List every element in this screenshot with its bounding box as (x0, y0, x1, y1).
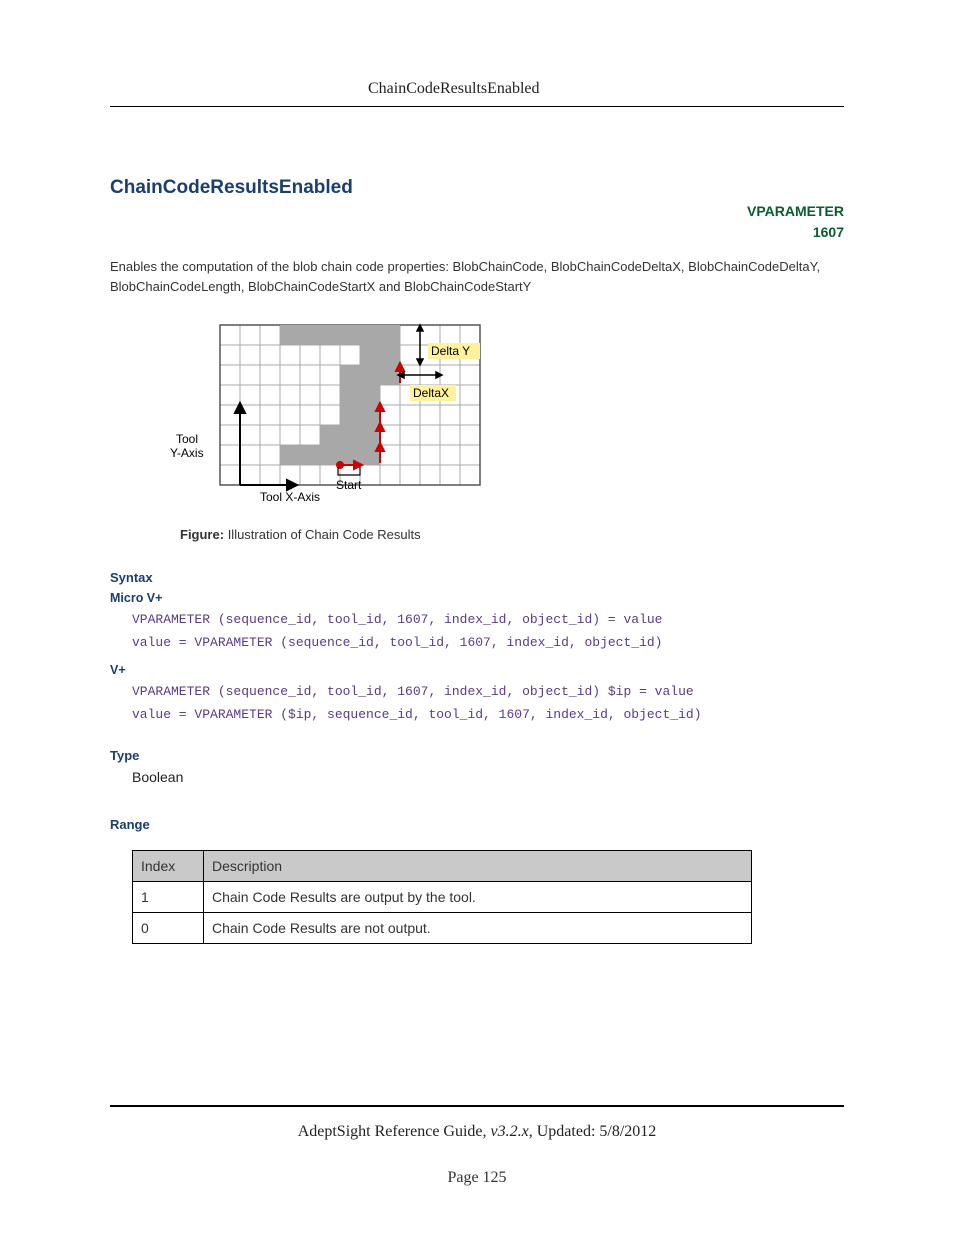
vparameter-number: 1607 (813, 224, 844, 240)
running-header: ChainCodeResultsEnabled (368, 80, 844, 98)
type-heading: Type (110, 748, 844, 763)
range-table: Index Description 1 Chain Code Results a… (132, 850, 752, 944)
header-divider (110, 106, 844, 107)
footer-version: , v3.2.x (483, 1123, 529, 1140)
cell-index: 1 (133, 882, 204, 913)
figure-caption-text: Illustration of Chain Code Results (228, 527, 421, 542)
figure-caption-label: Figure: (180, 527, 224, 542)
range-heading: Range (110, 817, 844, 832)
vparameter-label: VPARAMETER (747, 203, 844, 219)
start-label: Start (336, 478, 362, 492)
page-footer: AdeptSight Reference Guide, v3.2.x, Upda… (110, 1105, 844, 1187)
cell-desc: Chain Code Results are output by the too… (204, 882, 752, 913)
delta-x-label: DeltaX (413, 386, 449, 400)
table-row: 1 Chain Code Results are output by the t… (133, 882, 752, 913)
delta-y-label: Delta Y (431, 344, 470, 358)
col-description: Description (204, 851, 752, 882)
figure: Delta Y DeltaX (140, 315, 844, 542)
footer-updated: , Updated: 5/8/2012 (529, 1123, 657, 1140)
syntax-heading: Syntax (110, 570, 844, 585)
cell-desc: Chain Code Results are not output. (204, 913, 752, 944)
vplus-heading: V+ (110, 663, 844, 677)
vparameter-badge: VPARAMETER 1607 (110, 201, 844, 243)
type-value: Boolean (132, 769, 844, 785)
page-number: Page 125 (110, 1169, 844, 1187)
chain-code-illustration: Delta Y DeltaX (140, 315, 500, 505)
tool-y-label-line2: Y-Axis (170, 446, 204, 460)
intro-text: Enables the computation of the blob chai… (110, 257, 844, 297)
footer-guide: AdeptSight Reference Guide (298, 1123, 483, 1140)
tool-x-label: Tool X-Axis (260, 490, 320, 504)
vplus-code: VPARAMETER (sequence_id, tool_id, 1607, … (132, 681, 844, 727)
col-index: Index (133, 851, 204, 882)
figure-caption: Figure: Illustration of Chain Code Resul… (180, 527, 844, 542)
footer-divider (110, 1105, 844, 1107)
cell-index: 0 (133, 913, 204, 944)
micro-vplus-code: VPARAMETER (sequence_id, tool_id, 1607, … (132, 609, 844, 655)
table-row: 0 Chain Code Results are not output. (133, 913, 752, 944)
micro-vplus-heading: Micro V+ (110, 591, 844, 605)
table-header-row: Index Description (133, 851, 752, 882)
page-title: ChainCodeResultsEnabled (110, 177, 844, 199)
tool-y-label-line1: Tool (176, 432, 198, 446)
